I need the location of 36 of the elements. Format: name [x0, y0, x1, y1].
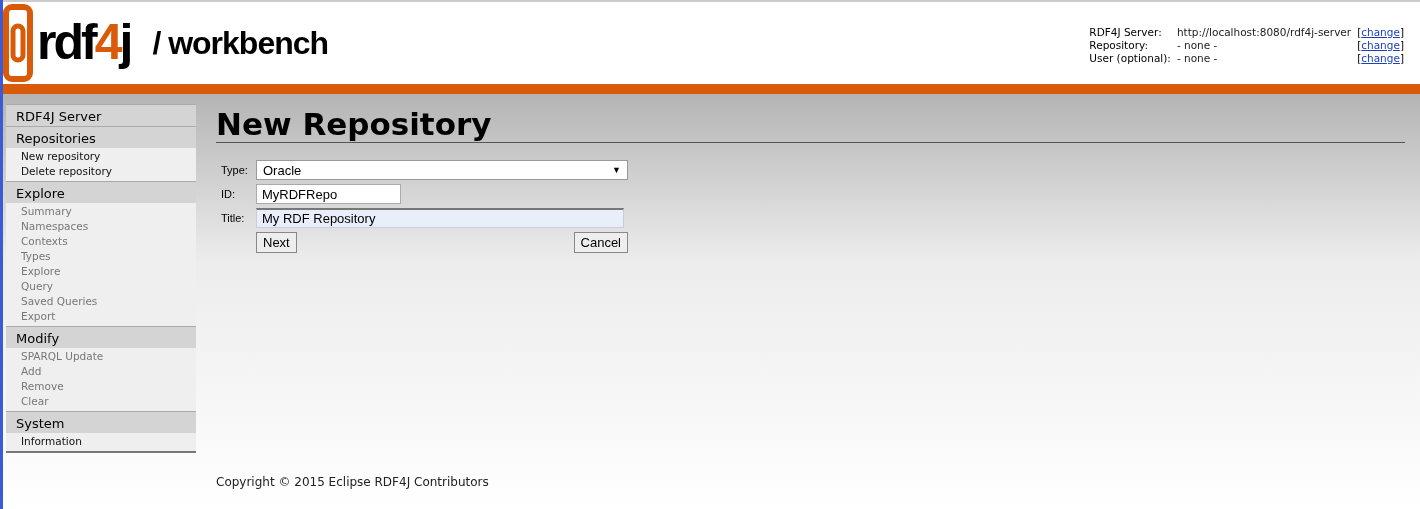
bracket: [	[1357, 39, 1362, 51]
sidebar-heading[interactable]: Repositories	[6, 126, 196, 148]
bracket: ]	[1399, 39, 1404, 51]
change-link[interactable]: change	[1361, 26, 1400, 38]
chain-link-icon	[3, 4, 33, 82]
field-label: Type:	[220, 164, 249, 176]
app-subtitle: / workbench	[152, 24, 329, 62]
sidebar-heading[interactable]: System	[6, 411, 196, 433]
change-link[interactable]: change	[1361, 52, 1400, 64]
info-value: http://localhost:8080/rdf4j-server	[1176, 26, 1352, 38]
page-title: New Repository	[216, 106, 1405, 143]
form-button[interactable]: Cancel	[573, 232, 628, 253]
bracket: ]	[1399, 52, 1404, 64]
sidebar-heading[interactable]: RDF4J Server	[6, 104, 196, 126]
info-label: User (optional):	[1089, 52, 1171, 64]
bracket: [	[1357, 26, 1362, 38]
info-value: - none -	[1176, 39, 1219, 51]
change-link[interactable]: change	[1361, 39, 1400, 51]
info-label: RDF4J Server:	[1089, 26, 1163, 38]
sidebar-heading[interactable]: Explore	[6, 181, 196, 203]
sidebar-item[interactable]: Information	[6, 434, 196, 449]
logo-text: rdf4j	[37, 14, 131, 72]
info-label: Repository:	[1089, 39, 1149, 51]
bracket: ]	[1399, 26, 1404, 38]
text-field[interactable]: My RDF Repository	[256, 208, 624, 228]
sidebar-item[interactable]: Delete repository	[6, 164, 196, 179]
info-value: - none -	[1176, 52, 1219, 64]
text-field[interactable]: MyRDFRepo	[256, 184, 401, 204]
copyright-text: Copyright © 2015 Eclipse RDF4J Contributors	[216, 475, 490, 491]
type-dropdown[interactable]: Oracle ▼	[256, 160, 628, 180]
field-label: Title:	[220, 212, 246, 224]
sidebar-heading[interactable]: Modify	[6, 326, 196, 348]
form-button[interactable]: Next	[256, 232, 297, 253]
bracket: [	[1357, 52, 1362, 64]
sidebar-item[interactable]: New repository	[6, 149, 196, 164]
field-label: ID:	[220, 188, 237, 200]
